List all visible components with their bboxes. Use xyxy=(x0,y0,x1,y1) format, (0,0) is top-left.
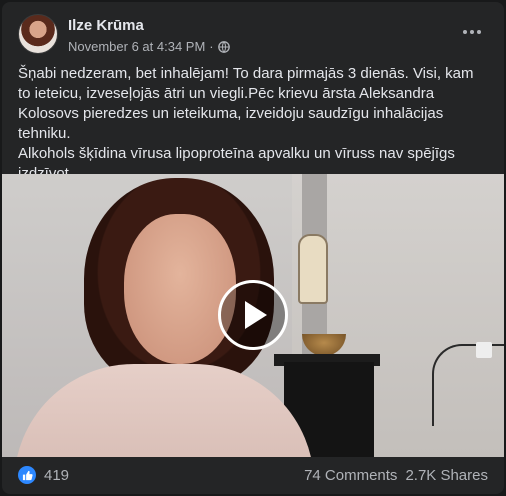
video-person-face xyxy=(124,214,236,364)
more-dot-icon xyxy=(463,30,467,34)
video-cable xyxy=(432,344,504,426)
video-socket xyxy=(476,342,492,358)
more-dot-icon xyxy=(470,30,474,34)
post-card: Ilze Krūma November 6 at 4:34 PM · Šņabi… xyxy=(2,2,504,494)
more-dot-icon xyxy=(477,30,481,34)
post-timestamp[interactable]: November 6 at 4:34 PM xyxy=(68,39,205,54)
engagement-stats: 74 Comments 2.7K Shares xyxy=(304,467,488,484)
like-icon[interactable] xyxy=(18,466,36,484)
author-name[interactable]: Ilze Krūma xyxy=(68,17,144,34)
thumbs-up-icon xyxy=(22,470,33,480)
globe-icon[interactable] xyxy=(217,40,230,53)
post-header: Ilze Krūma November 6 at 4:34 PM · xyxy=(18,14,492,58)
video-lamp xyxy=(298,234,328,304)
post-text: Šņabi nedzeram, bet inhalējam! To dara p… xyxy=(18,64,488,184)
post-meta: November 6 at 4:34 PM · xyxy=(68,39,230,54)
comments-count[interactable]: 74 Comments xyxy=(304,467,397,484)
reaction-count[interactable]: 419 xyxy=(44,467,69,484)
play-button[interactable] xyxy=(218,280,288,350)
post-text-paragraph: Šņabi nedzeram, bet inhalējam! To dara p… xyxy=(18,65,474,142)
post-footer: 419 74 Comments 2.7K Shares xyxy=(18,464,488,488)
author-avatar[interactable] xyxy=(18,14,58,54)
more-options-button[interactable] xyxy=(456,18,488,46)
shares-count[interactable]: 2.7K Shares xyxy=(405,467,488,484)
meta-separator: · xyxy=(209,39,214,54)
play-icon xyxy=(245,301,267,329)
post-video[interactable] xyxy=(2,174,504,457)
